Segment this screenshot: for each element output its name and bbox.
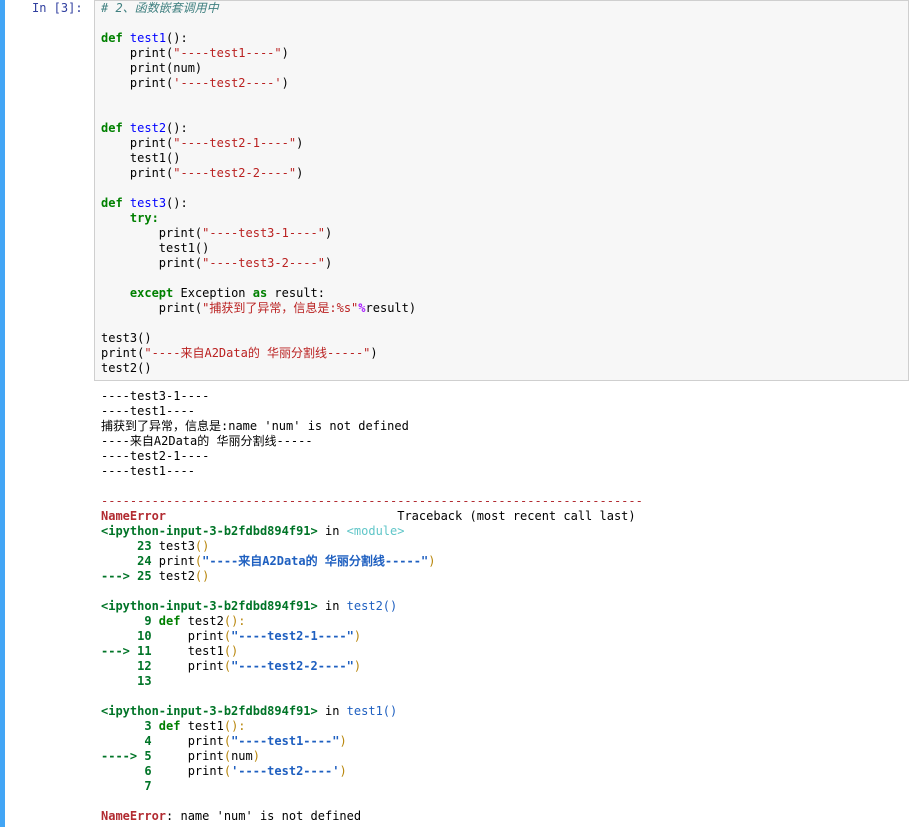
code-line-def-test1: def test1(): (101, 31, 188, 45)
notebook-page: In [3]: # 2、函数嵌套调用中 def test1(): print("… (0, 0, 909, 827)
frame-line: print('----test2----') (158, 764, 347, 778)
code-line-def-test2: def test2(): (101, 121, 188, 135)
frame-line-number: 10 (101, 629, 159, 643)
frame-line: print(num) (158, 749, 260, 763)
code-line-def-test3: def test3(): (101, 196, 188, 210)
code-line: print("----test1----") (129, 46, 289, 60)
final-error: NameError: name 'num' is not defined (101, 809, 361, 823)
frame-line: test3() (158, 539, 210, 553)
frame-line: print("----test2-2----") (158, 659, 362, 673)
stdout-line: ----test2-1---- (101, 449, 210, 463)
code-line: print("----test2-2----") (129, 166, 304, 180)
frame-line-arrow: ----> 5 (101, 749, 159, 763)
traceback-divider: ----------------------------------------… (101, 494, 643, 508)
frame-line: def test1(): (158, 719, 246, 733)
code-line: print("捕获到了异常，信息是:%s"%result) (158, 301, 417, 315)
code-line: print("----test3-2----") (158, 256, 333, 270)
final-error-name: NameError (101, 809, 167, 823)
code-line: test3() (101, 331, 152, 345)
input-prompt: In [3]: (32, 1, 83, 15)
cell-output: ----test3-1---- ----test1---- 捕获到了异常，信息是… (101, 389, 643, 824)
stdout-line: ----来自A2Data的 华丽分割线----- (101, 434, 313, 448)
frame-line-number: 6 (101, 764, 159, 778)
frame-header: <ipython-input-3-b2fdbd894f91> in <modul… (101, 524, 405, 538)
code-line: print("----来自A2Data的 华丽分割线-----") (101, 346, 378, 360)
frame-func: <module> (346, 524, 405, 538)
code-line: test1() (129, 151, 181, 165)
frame-line-arrow: ---> 25 (101, 569, 159, 583)
stdout-line: ----test1---- (101, 464, 195, 478)
frame-line-number: 23 (101, 539, 159, 553)
code-line: print(num) (129, 61, 203, 75)
frame-func: test1() (346, 704, 398, 718)
code-comment: # 2、函数嵌套调用中 (101, 1, 219, 15)
frame-line-number: 4 (101, 734, 159, 748)
frame-line-arrow: ---> 11 (101, 644, 159, 658)
code-line: print("----test2-1----") (129, 136, 304, 150)
frame-line: print("----test2-1----") (158, 629, 362, 643)
frame-line-number: 24 (101, 554, 159, 568)
frame-line-number: 7 (101, 779, 152, 793)
code-line: print("----test3-1----") (158, 226, 333, 240)
code-line-except: except Exception as result: (129, 286, 325, 300)
frame-line: print("----test1----") (158, 734, 347, 748)
frame-line-number: 3 (101, 719, 159, 733)
traceback-title: Traceback (most recent call last) (397, 509, 636, 523)
traceback-header: NameError Traceback (most recent call la… (101, 509, 636, 523)
stdout-line: ----test1---- (101, 404, 195, 418)
final-error-message: : name 'num' is not defined (166, 809, 362, 823)
selected-cell-indicator (0, 0, 5, 827)
code-editor[interactable]: # 2、函数嵌套调用中 def test1(): print("----test… (101, 1, 416, 376)
stdout-line: 捕获到了异常，信息是:name 'num' is not defined (101, 419, 409, 433)
stdout-line: ----test3-1---- (101, 389, 210, 403)
frame-header: <ipython-input-3-b2fdbd894f91> in test2(… (101, 599, 398, 613)
frame-line: test2() (158, 569, 210, 583)
code-line: print('----test2----') (129, 76, 289, 90)
code-line: test2() (101, 361, 152, 375)
frame-func: test2() (346, 599, 398, 613)
frame-line-number: 13 (101, 674, 152, 688)
frame-line: def test2(): (158, 614, 246, 628)
error-name: NameError (101, 509, 167, 523)
frame-line-number: 9 (101, 614, 159, 628)
frame-line: print("----来自A2Data的 华丽分割线-----") (158, 554, 436, 568)
frame-header: <ipython-input-3-b2fdbd894f91> in test1(… (101, 704, 398, 718)
frame-line: test1() (158, 644, 239, 658)
code-line: test1() (158, 241, 210, 255)
code-line: try: (129, 211, 159, 225)
frame-line-number: 12 (101, 659, 159, 673)
